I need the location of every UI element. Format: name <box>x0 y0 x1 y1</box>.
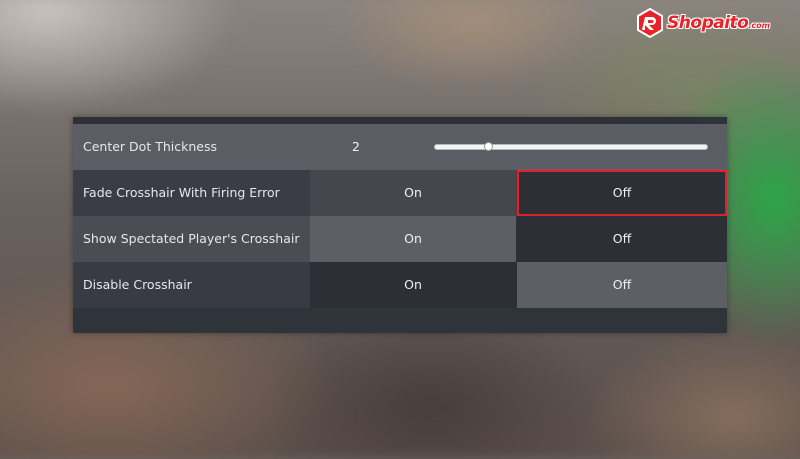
logo-wordmark: Shopaito.com <box>667 13 770 33</box>
slider-area: 2 <box>310 124 727 170</box>
toggle-area: On Off <box>310 170 727 216</box>
show-spectated-crosshair-on-button[interactable]: On <box>310 216 516 262</box>
fade-crosshair-off-button[interactable]: Off <box>517 170 727 216</box>
logo-emblem-icon <box>637 8 664 38</box>
logo-domain-suffix: .com <box>748 21 770 30</box>
toggle-area: On Off <box>310 216 727 262</box>
setting-row-fade-crosshair: Fade Crosshair With Firing Error On Off <box>73 170 727 216</box>
setting-row-center-dot-thickness: Center Dot Thickness 2 <box>73 124 727 170</box>
fade-crosshair-on-button[interactable]: On <box>310 170 516 216</box>
slider-value-readout: 2 <box>352 139 360 154</box>
setting-label: Fade Crosshair With Firing Error <box>73 170 310 216</box>
setting-row-disable-crosshair: Disable Crosshair On Off <box>73 262 727 308</box>
shopaito-logo: Shopaito.com <box>635 8 770 38</box>
toggle-area: On Off <box>310 262 727 308</box>
disable-crosshair-on-button[interactable]: On <box>310 262 516 308</box>
crosshair-settings-panel: Center Dot Thickness 2 Fade Crosshair Wi… <box>73 117 727 333</box>
show-spectated-crosshair-off-button[interactable]: Off <box>517 216 727 262</box>
logo-name: Shopaito <box>667 13 749 33</box>
center-dot-thickness-slider-track[interactable] <box>434 144 708 150</box>
center-dot-thickness-slider-thumb[interactable] <box>484 141 494 151</box>
setting-label: Disable Crosshair <box>73 262 310 308</box>
disable-crosshair-off-button[interactable]: Off <box>517 262 727 308</box>
setting-row-show-spectated-crosshair: Show Spectated Player's Crosshair On Off <box>73 216 727 262</box>
panel-footer-strip <box>73 308 727 333</box>
setting-label: Center Dot Thickness <box>73 124 310 170</box>
setting-label: Show Spectated Player's Crosshair <box>73 216 310 262</box>
